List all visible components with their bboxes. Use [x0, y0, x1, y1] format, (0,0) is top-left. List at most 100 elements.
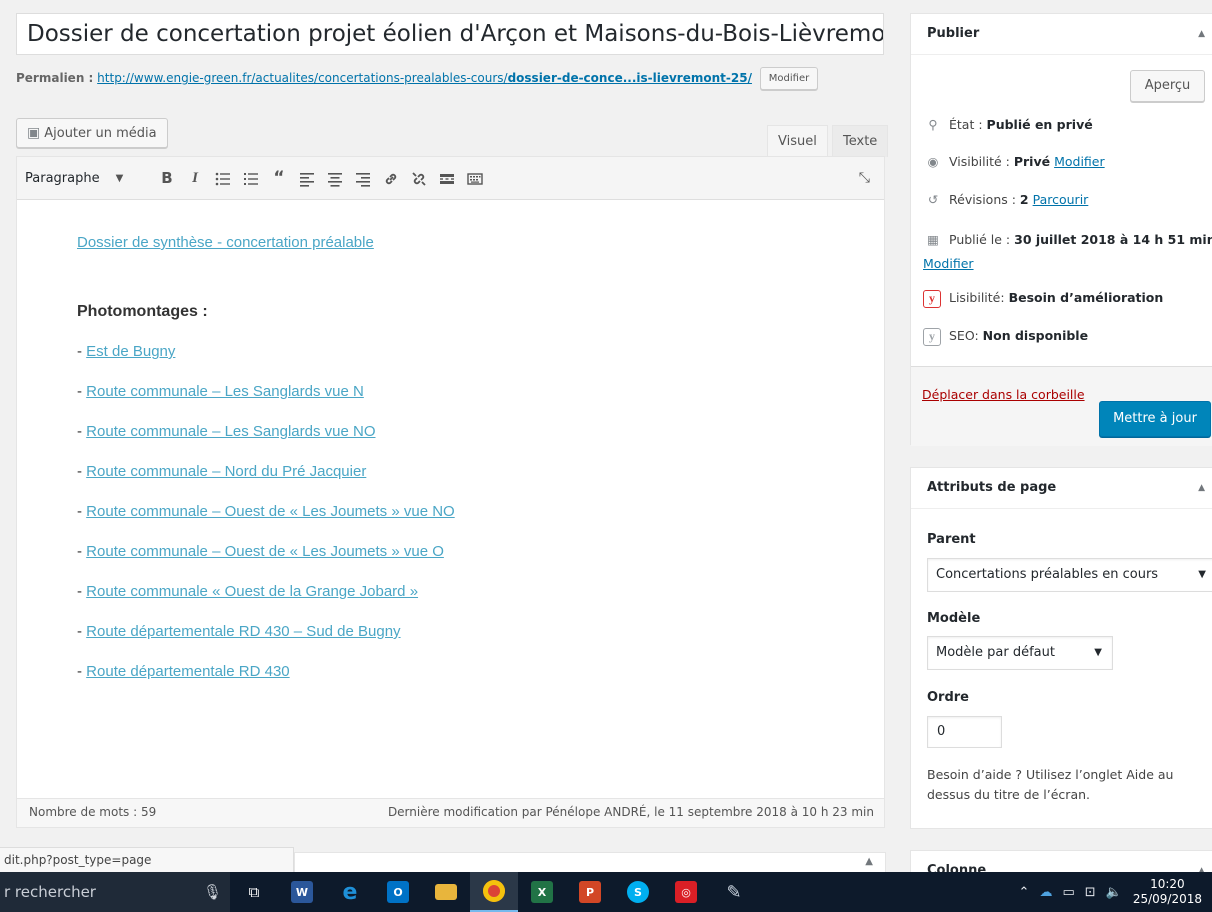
parent-select[interactable]: Concertations préalables en cours ▼ [927, 558, 1212, 592]
numbered-list-icon[interactable] [237, 169, 265, 187]
yoast-readability-icon: y [923, 290, 941, 308]
chevron-up-icon[interactable]: ▲ [1198, 14, 1205, 54]
page-attributes-header[interactable]: Attributs de page ▲ [911, 468, 1212, 509]
blockquote-icon[interactable]: “ [265, 168, 293, 188]
revisions-browse-link[interactable]: Parcourir [1033, 192, 1089, 207]
chevron-up-icon[interactable]: ▲ [1198, 468, 1205, 508]
photomontage-link[interactable]: Route départementale RD 430 – Sud de Bug… [86, 623, 400, 640]
template-label: Modèle [927, 611, 981, 626]
list-item: - Route communale – Ouest de « Les Joume… [77, 543, 444, 560]
help-text: Besoin d’aide ? Utilisez l’onglet Aide a… [927, 767, 1174, 802]
word-count: Nombre de mots : 59 [29, 805, 157, 819]
published-edit-link[interactable]: Modifier [923, 256, 974, 271]
chevron-down-icon: ▼ [1198, 569, 1206, 580]
skype-icon[interactable]: S [614, 872, 662, 912]
permalink-edit-button[interactable]: Modifier [759, 67, 819, 90]
outlook-icon[interactable]: O [374, 872, 422, 912]
task-view-icon[interactable]: ⧉ [230, 872, 278, 912]
read-more-icon[interactable] [433, 169, 461, 187]
fullscreen-icon[interactable]: ⤡ [859, 170, 870, 186]
chevron-down-icon: ▼ [115, 172, 124, 184]
collapsed-metabox: ▲ [294, 852, 886, 874]
creative-cloud-icon[interactable]: ◎ [662, 872, 710, 912]
trash-link[interactable]: Déplacer dans la corbeille [922, 387, 1085, 402]
template-select-value: Modèle par défaut [936, 645, 1055, 660]
clock[interactable]: 10:20 25/09/2018 [1133, 877, 1202, 907]
photomontages-heading: Photomontages : [77, 303, 208, 320]
word-icon[interactable]: W [278, 872, 326, 912]
preview-button[interactable]: Aperçu [1130, 70, 1205, 102]
tab-visuel[interactable]: Visuel [767, 125, 828, 157]
align-right-icon[interactable] [349, 169, 377, 187]
publish-box-header[interactable]: Publier ▲ [911, 14, 1212, 55]
excel-icon[interactable]: X [518, 872, 566, 912]
photomontage-link[interactable]: Route départementale RD 430 [86, 663, 289, 680]
visibility-edit-link[interactable]: Modifier [1054, 154, 1105, 169]
synthesis-document-link[interactable]: Dossier de synthèse - concertation préal… [77, 234, 884, 251]
file-explorer-icon[interactable] [422, 872, 470, 912]
yoast-seo-icon: y [923, 328, 941, 346]
page-attributes-box: Attributs de page ▲ Parent Concertations… [910, 467, 1212, 829]
edge-icon[interactable]: e [326, 872, 374, 912]
title-input[interactable]: Dossier de concertation projet éolien d'… [16, 13, 884, 55]
toolbar-toggle-icon[interactable] [461, 169, 489, 187]
last-modified: Dernière modification par Pénélope ANDRÉ… [387, 805, 874, 819]
align-center-icon[interactable] [321, 169, 349, 187]
publish-box: Publier ▲ Aperçu ⚲ État : Publié en privé… [910, 13, 1212, 446]
order-label: Ordre [927, 690, 969, 705]
volume-icon[interactable]: 🔈 [1106, 885, 1122, 900]
published-value: 30 juillet 2018 à 14 h 51 min [1014, 232, 1212, 247]
order-input[interactable]: 0 [927, 716, 1002, 748]
photomontage-link[interactable]: Route communale – Ouest de « Les Joumets… [86, 543, 444, 560]
add-media-button[interactable]: ▣ Ajouter un média [16, 118, 168, 148]
bold-icon[interactable]: B [153, 169, 181, 187]
format-select[interactable]: Paragraphe ▼ [25, 171, 153, 186]
bullet-list-icon[interactable] [209, 169, 237, 187]
tab-texte[interactable]: Texte [832, 125, 889, 157]
photomontage-link[interactable]: Route communale – Nord du Pré Jacquier [86, 463, 366, 480]
network-icon[interactable]: ⊡ [1085, 885, 1096, 900]
permalink-label: Permalien : [16, 71, 94, 85]
photomontage-link[interactable]: Route communale – Les Sanglards vue N [86, 383, 364, 400]
editor-content[interactable]: Dossier de synthèse - concertation préal… [17, 200, 884, 680]
permalink: Permalien : http://www.engie-green.fr/ac… [16, 67, 819, 90]
onedrive-icon[interactable]: ☁ [1039, 885, 1052, 900]
readability-label: Lisibilité: [949, 290, 1005, 305]
seo-value: Non disponible [982, 328, 1089, 343]
battery-icon[interactable]: ▭ [1062, 885, 1074, 900]
list-item: - Route communale – Ouest de « Les Joume… [77, 503, 455, 520]
photomontage-link[interactable]: Est de Bugny [86, 343, 175, 360]
photomontage-link[interactable]: Route communale – Ouest de « Les Joumets… [86, 503, 455, 520]
chrome-icon[interactable] [470, 872, 518, 912]
template-select[interactable]: Modèle par défaut ▼ [927, 636, 1113, 670]
clock-date: 25/09/2018 [1132, 892, 1202, 906]
photomontage-link[interactable]: Route communale « Ouest de la Grange Job… [86, 583, 418, 600]
visibility-label: Visibilité : [949, 154, 1010, 169]
photomontage-link[interactable]: Route communale – Les Sanglards vue NO [86, 423, 375, 440]
add-media-label: Ajouter un média [44, 126, 157, 141]
permalink-link[interactable]: http://www.engie-green.fr/actualites/con… [97, 71, 752, 85]
list-item: - Route communale – Les Sanglards vue N [77, 383, 364, 400]
italic-icon[interactable]: I [181, 170, 209, 187]
list-item: - Route communale – Nord du Pré Jacquier [77, 463, 367, 480]
status-url: dit.php?post_type=page [0, 847, 294, 873]
system-tray: ⌃ ☁ ▭ ⊡ 🔈 10:20 25/09/2018 [1014, 872, 1212, 912]
permalink-url-prefix: http://www.engie-green.fr/actualites/con… [97, 71, 508, 85]
list-item: - Route départementale RD 430 [77, 663, 290, 680]
taskbar-search[interactable]: r rechercher 🎙 [0, 872, 230, 912]
chevron-up-icon[interactable]: ⌃ [1019, 885, 1030, 900]
update-button[interactable]: Mettre à jour [1099, 401, 1211, 437]
calendar-icon: ▦ [927, 232, 939, 247]
link-icon[interactable] [377, 169, 405, 187]
align-left-icon[interactable] [293, 169, 321, 187]
clock-time: 10:20 [1150, 877, 1185, 891]
paint-icon[interactable]: ✎ [710, 872, 758, 912]
powerpoint-icon[interactable]: P [566, 872, 614, 912]
chevron-up-icon[interactable]: ▲ [865, 856, 873, 867]
editor-toolbar: Paragraphe ▼ B I “ ⤡ [17, 157, 884, 200]
pin-icon: ⚲ [928, 117, 938, 132]
microphone-icon[interactable]: 🎙 [203, 872, 222, 912]
parent-label: Parent [927, 532, 976, 547]
unlink-icon[interactable] [405, 169, 433, 187]
readability-value: Besoin d’amélioration [1008, 290, 1164, 305]
